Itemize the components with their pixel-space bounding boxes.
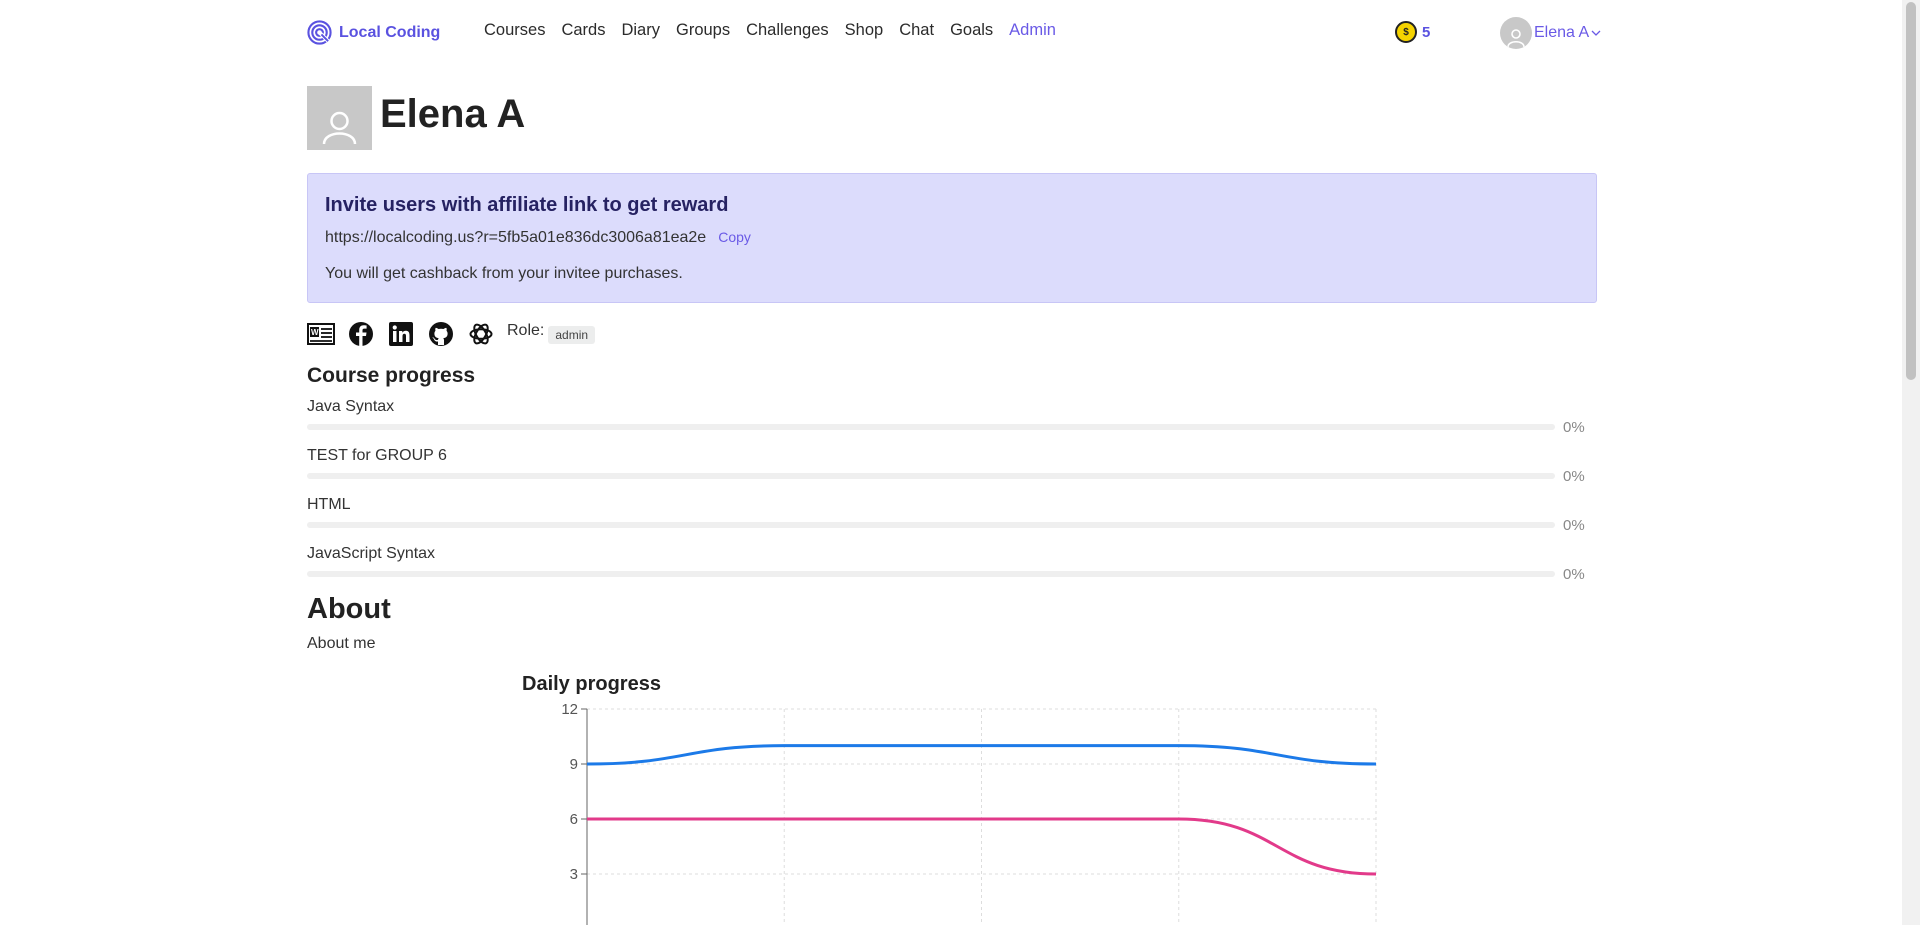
navbar: Local Coding Courses Cards Diary Groups … <box>0 0 1902 64</box>
nav-courses[interactable]: Courses <box>484 21 545 40</box>
nav-diary[interactable]: Diary <box>621 21 660 40</box>
progress-percent: 0% <box>1563 468 1585 485</box>
progress-bar <box>307 571 1555 577</box>
invite-title: Invite users with affiliate link to get … <box>325 194 729 216</box>
cv-icon[interactable]: W <box>307 320 335 348</box>
nav-groups[interactable]: Groups <box>676 21 730 40</box>
nav-links: Courses Cards Diary Groups Challenges Sh… <box>484 21 1072 40</box>
series-line-1 <box>586 817 1377 876</box>
course-item[interactable]: JavaScript Syntax 0% <box>307 545 1597 594</box>
about-text: About me <box>307 635 376 652</box>
progress-bar <box>307 424 1555 430</box>
progress-percent: 0% <box>1563 566 1585 583</box>
nav-cards[interactable]: Cards <box>561 21 605 40</box>
progress-bar <box>307 473 1555 479</box>
coin-count: 5 <box>1422 23 1431 41</box>
page-scrollbar[interactable] <box>1902 0 1920 925</box>
course-name: Java Syntax <box>307 398 395 415</box>
profile-avatar <box>307 86 372 150</box>
progress-percent: 0% <box>1563 517 1585 534</box>
course-item[interactable]: TEST for GROUP 6 0% <box>307 447 1597 496</box>
course-name: TEST for GROUP 6 <box>307 447 447 464</box>
series-line-0 <box>586 744 1377 766</box>
linkedin-icon[interactable] <box>387 320 415 348</box>
coin-icon: $ <box>1395 21 1417 43</box>
course-item[interactable]: HTML 0% <box>307 496 1597 545</box>
role-label: Role: <box>507 322 545 339</box>
chart-title: Daily progress <box>522 673 661 695</box>
nav-chat[interactable]: Chat <box>899 21 934 40</box>
nav-shop[interactable]: Shop <box>845 21 884 40</box>
facebook-icon[interactable] <box>347 320 375 348</box>
user-avatar <box>1500 17 1532 49</box>
social-links: W Role: admin <box>307 320 596 348</box>
y-tick-label: 9 <box>570 756 578 773</box>
invite-note: You will get cashback from your invitee … <box>325 265 683 282</box>
nav-challenges[interactable]: Challenges <box>746 21 829 40</box>
affiliate-link[interactable]: https://localcoding.us?r=5fb5a01e836dc30… <box>325 229 706 247</box>
progress-percent: 0% <box>1563 419 1585 436</box>
openai-icon[interactable] <box>467 320 495 348</box>
brand-logo-icon <box>307 20 332 45</box>
course-progress-title: Course progress <box>307 364 476 387</box>
course-name: JavaScript Syntax <box>307 545 436 562</box>
user-silhouette-icon <box>1507 29 1525 48</box>
user-name: Elena A <box>1534 24 1590 41</box>
profile-silhouette-icon <box>322 111 357 145</box>
course-item[interactable]: Java Syntax 0% <box>307 398 1597 447</box>
user-menu[interactable]: Elena A <box>1500 17 1601 49</box>
github-icon[interactable] <box>427 320 455 348</box>
role-badge: admin <box>548 326 596 344</box>
copy-button[interactable]: Copy <box>718 229 751 245</box>
progress-bar <box>307 522 1555 528</box>
course-name: HTML <box>307 496 351 513</box>
y-tick-label: 6 <box>570 811 578 828</box>
about-title: About <box>307 593 391 625</box>
profile-name: Elena A <box>380 92 526 136</box>
y-tick-label: 12 <box>561 701 578 718</box>
svg-text:W: W <box>311 328 319 337</box>
y-tick-label: 3 <box>570 866 578 883</box>
coin-balance[interactable]: $ 5 <box>1395 21 1430 43</box>
invite-link-row: https://localcoding.us?r=5fb5a01e836dc30… <box>325 229 751 247</box>
chevron-down-icon <box>1591 30 1601 36</box>
brand-name: Local Coding <box>339 23 441 41</box>
invite-panel: Invite users with affiliate link to get … <box>307 173 1597 303</box>
scroll-thumb[interactable] <box>1906 2 1916 380</box>
brand-link[interactable]: Local Coding <box>307 20 440 45</box>
nav-goals[interactable]: Goals <box>950 21 993 40</box>
nav-admin[interactable]: Admin <box>1009 21 1056 40</box>
